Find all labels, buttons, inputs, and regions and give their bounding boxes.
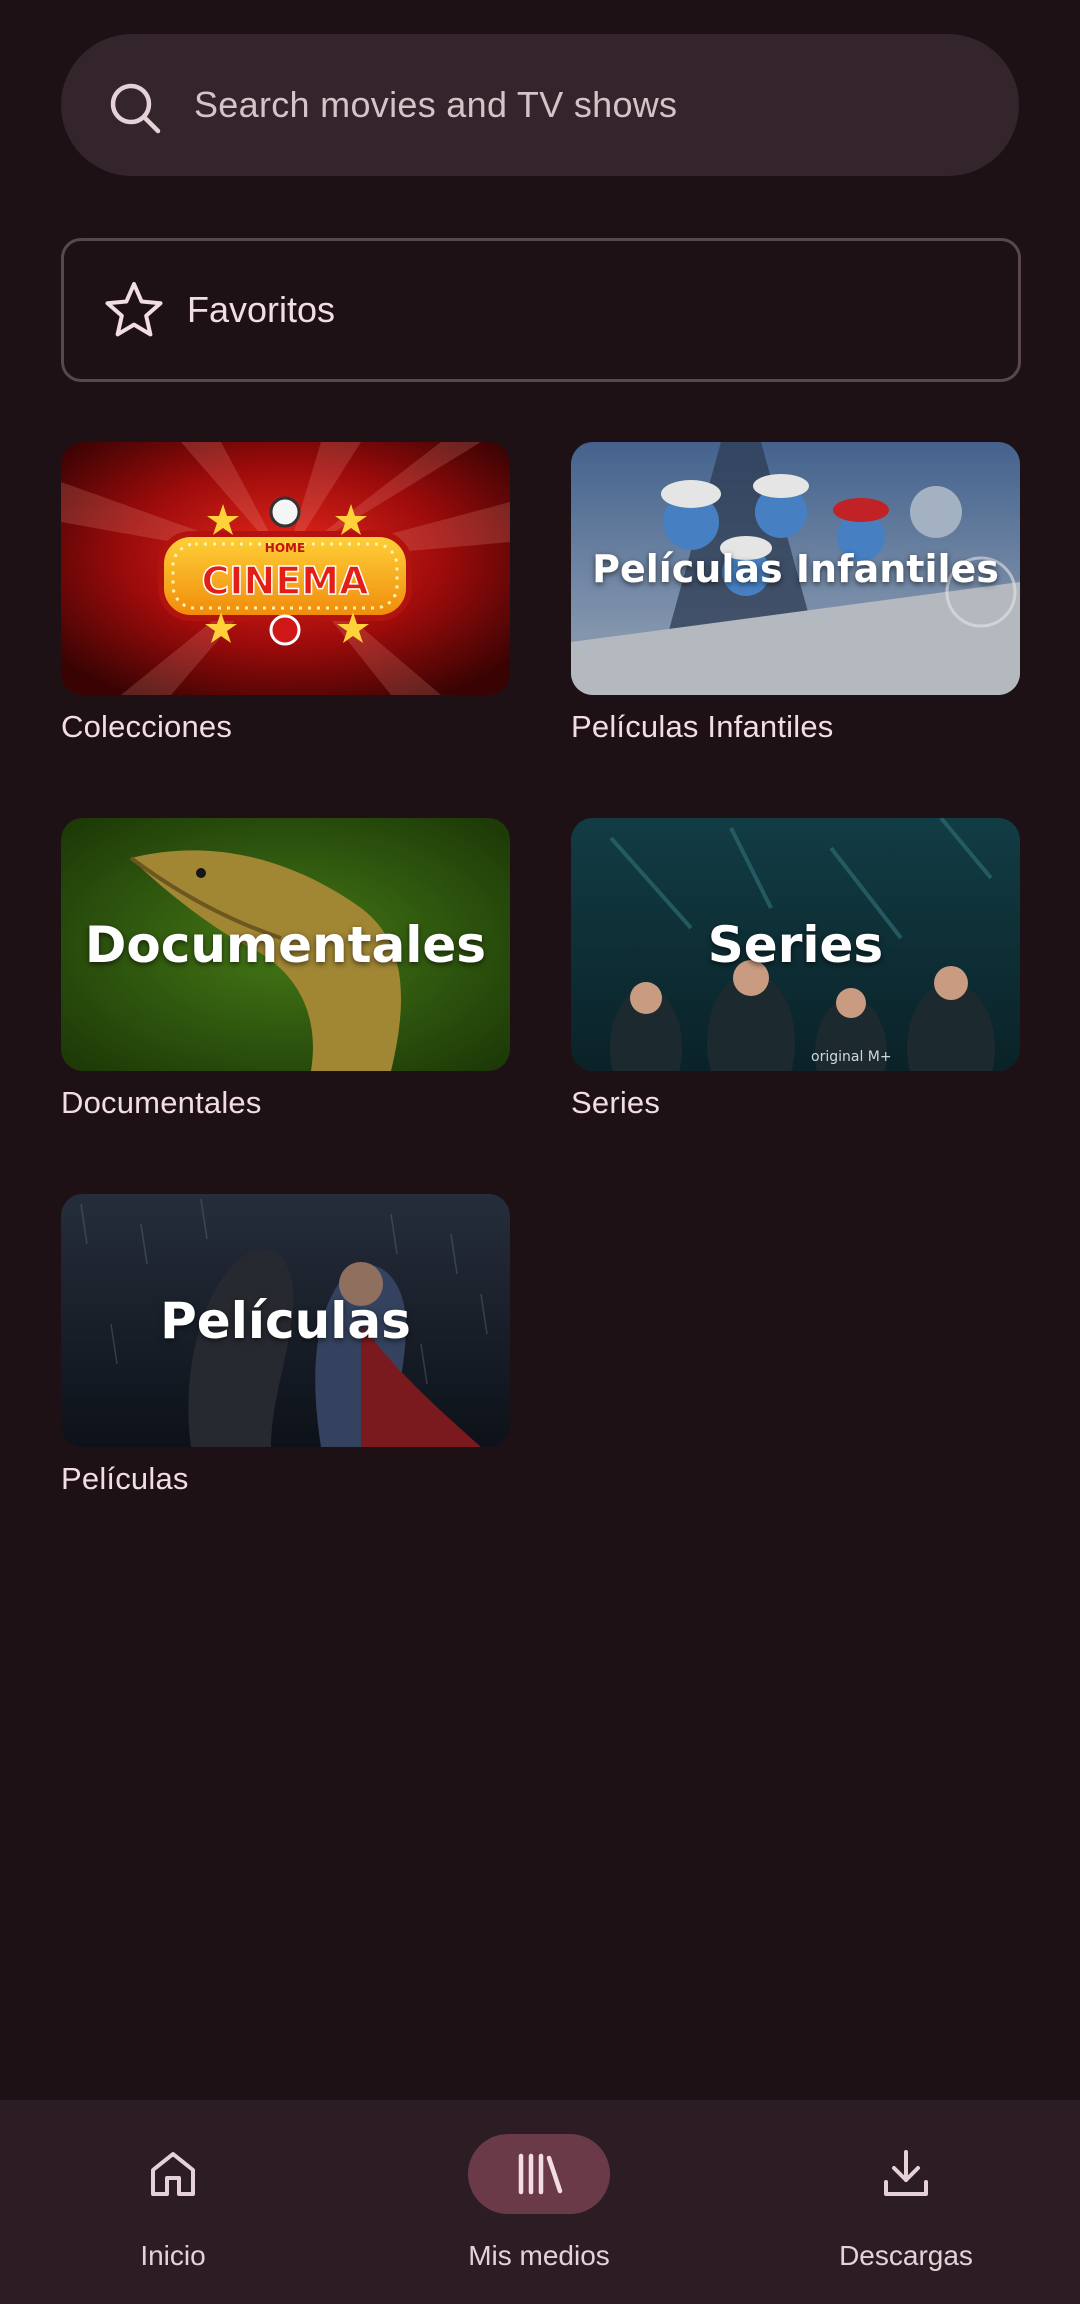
svg-text:HOME: HOME	[265, 541, 305, 555]
nav-item-mis-medios[interactable]: Mis medios	[389, 2100, 689, 2304]
card-label: Películas	[61, 1461, 189, 1496]
card-label: Películas Infantiles	[571, 709, 834, 744]
nav-label: Inicio	[140, 2240, 206, 2271]
favorites-label: Favoritos	[187, 289, 336, 330]
favorites-button[interactable]: Favoritos	[61, 238, 1021, 382]
library-icon	[518, 2153, 563, 2195]
card-label: Colecciones	[61, 709, 233, 744]
screen: Search movies and TV shows Favoritos HOM…	[0, 0, 1080, 2304]
cinema-artwork: HOME CINEMA	[61, 442, 510, 695]
card-overlay-title: Documentales	[84, 915, 487, 974]
card-series[interactable]: original M+ Series Series	[571, 818, 1020, 1121]
star-icon	[105, 282, 163, 337]
card-colecciones[interactable]: HOME CINEMA Colecciones	[61, 442, 510, 745]
nav-item-inicio[interactable]: Inicio	[23, 2100, 323, 2304]
card-overlay-title: Películas	[160, 1291, 411, 1350]
card-overlay-title: Películas Infantiles	[592, 546, 999, 591]
nav-item-descargas[interactable]: Descargas	[756, 2100, 1056, 2304]
nav-label: Mis medios	[468, 2240, 610, 2271]
home-icon	[151, 2152, 195, 2196]
card-thumbnail: Documentales	[61, 818, 510, 1071]
search-bar[interactable]: Search movies and TV shows	[61, 34, 1019, 176]
nav-label: Descargas	[839, 2240, 973, 2271]
search-placeholder: Search movies and TV shows	[194, 84, 678, 125]
card-thumbnail: HOME CINEMA	[61, 442, 510, 695]
card-overlay-title: Series	[707, 915, 884, 974]
card-documentales[interactable]: Documentales Documentales	[61, 818, 510, 1121]
card-peliculas-infantiles[interactable]: Películas Infantiles Películas Infantile…	[571, 442, 1020, 745]
card-label: Series	[571, 1085, 661, 1120]
card-peliculas[interactable]: Películas Películas	[61, 1194, 510, 1497]
search-icon	[110, 83, 161, 134]
download-icon	[884, 2150, 928, 2196]
card-thumbnail: original M+ Series	[571, 818, 1020, 1071]
card-thumbnail: Películas	[61, 1194, 510, 1447]
bottom-navigation: Inicio Mis medios Descargas	[0, 2100, 1080, 2304]
card-label: Documentales	[61, 1085, 262, 1120]
card-thumbnail: Películas Infantiles	[571, 442, 1020, 695]
svg-text:CINEMA: CINEMA	[201, 559, 369, 603]
